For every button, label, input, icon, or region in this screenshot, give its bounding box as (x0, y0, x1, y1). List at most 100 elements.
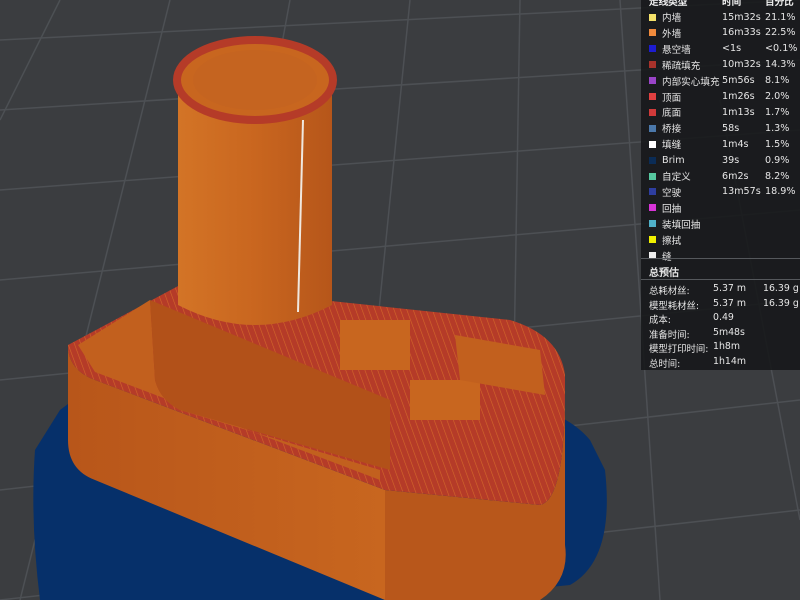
estimate-value: 1h8m (713, 341, 741, 352)
estimate-label: 总耗材丝: (649, 286, 690, 297)
legend-separator (641, 258, 800, 259)
tube-hole (193, 50, 317, 110)
gcode-legend-panel: 走线类型 时间 百分比 内墙 15m32s 21.1% 外墙 16m33s 22.5% 悬空… (641, 0, 800, 370)
legend-item-time: 58s (722, 122, 740, 134)
legend-item[interactable]: 悬空墙 <1s <0.1% (641, 41, 800, 57)
estimate-value: 1h14m (713, 355, 746, 367)
legend-item-percent: 8.2% (765, 170, 790, 182)
legend-item[interactable]: 桥接 58s 1.3% (641, 120, 800, 136)
legend-color-swatch (649, 156, 656, 164)
legend-color-swatch (649, 93, 656, 100)
legend-item-name: 顶面 (662, 92, 682, 104)
estimate-label: 成本: (649, 315, 671, 326)
legend-item[interactable]: 顶面 1m26s 2.0% (641, 89, 800, 105)
estimate-label: 准备时间: (649, 329, 690, 341)
legend-item-time: 6m2s (722, 170, 749, 182)
legend-item-name: 缝 (662, 251, 672, 263)
legend-item[interactable]: 稀疏填充 10m32s 14.3% (641, 57, 800, 73)
legend-item-name: 擦拭 (662, 235, 682, 247)
estimate-value: 5.37 m (713, 297, 746, 309)
legend-color-swatch (649, 220, 656, 228)
legend-color-swatch (649, 108, 656, 116)
legend-item[interactable]: 缝 (641, 248, 800, 264)
legend-item-time: 13m57s (722, 186, 761, 198)
estimate-value: 0.49 (713, 312, 734, 323)
estimate-value: 5m48s (713, 326, 745, 338)
estimate-value: 5.37 m (713, 283, 746, 294)
estimate-label: 总时间: (649, 358, 681, 370)
legend-item-percent: 22.5% (765, 27, 796, 39)
legend-item[interactable]: 自定义 6m2s 8.2% (641, 168, 800, 184)
legend-color-swatch (649, 204, 656, 212)
legend-color-swatch (649, 124, 656, 132)
legend-item[interactable]: 内部实心填充 5m56s 8.1% (641, 73, 800, 89)
legend-item-percent: 0.9% (765, 154, 790, 166)
base-pocket-3 (340, 320, 410, 370)
estimate-weight: 16.39 g (763, 297, 799, 309)
legend-item-name: 空驶 (662, 187, 682, 199)
header-percent: 百分比 (765, 0, 794, 8)
header-time: 时间 (722, 0, 742, 8)
legend-item-percent: 1.3% (765, 122, 790, 134)
legend-item-name: 填缝 (662, 140, 682, 152)
legend-item[interactable]: 回抽 (641, 200, 800, 216)
legend-item-name: 内墙 (662, 13, 682, 24)
legend-item-time: <1s (722, 43, 742, 55)
legend-item-percent: 2.0% (765, 91, 790, 102)
legend-item-time: 39s (722, 154, 740, 166)
header-type: 走线类型 (649, 0, 688, 8)
legend-color-swatch (649, 236, 656, 244)
legend-item[interactable]: 擦拭 (641, 232, 800, 248)
legend-item[interactable]: Brim 39s 0.9% (641, 152, 800, 168)
legend-item[interactable]: 空驶 13m57s 18.9% (641, 184, 800, 200)
legend-item-percent: 1.7% (765, 106, 790, 118)
estimate-row: 模型耗材丝: 5.37 m 16.39 g (649, 298, 799, 312)
legend-item-time: 10m32s (722, 59, 761, 71)
legend-color-swatch (649, 188, 656, 196)
legend-item-name: 悬空墙 (662, 44, 691, 56)
legend-item-name: 内部实心填充 (662, 76, 720, 88)
legend-item[interactable]: 内墙 15m32s 21.1% (641, 9, 800, 25)
legend-color-swatch (649, 29, 656, 37)
legend-color-swatch (649, 77, 656, 85)
estimate-row: 总时间: 1h14m (649, 356, 799, 370)
estimate-row: 总耗材丝: 5.37 m 16.39 g (649, 283, 799, 297)
legend-item-name: 底面 (662, 108, 682, 120)
legend-item-time: 15m32s (722, 11, 761, 23)
legend-item[interactable]: 装填回抽 (641, 216, 800, 232)
legend-color-swatch (649, 61, 656, 69)
base-pocket-4 (410, 380, 480, 420)
legend-item-name: 稀疏填充 (662, 60, 701, 72)
legend-item-name: 桥接 (662, 124, 682, 136)
legend-item-time: 1m13s (722, 106, 755, 118)
legend-item-percent: 18.9% (765, 186, 796, 198)
legend-item-name: 自定义 (662, 172, 691, 183)
estimate-row: 模型打印时间: 1h8m (649, 341, 799, 355)
legend-item-time: 16m33s (722, 27, 761, 39)
legend-item[interactable]: 外墙 16m33s 22.5% (641, 25, 800, 41)
legend-item-percent: 14.3% (765, 59, 796, 71)
legend-item-percent: 8.1% (765, 75, 790, 87)
legend-color-swatch (649, 45, 656, 53)
legend-item[interactable]: 填缝 1m4s 1.5% (641, 136, 800, 152)
legend-color-swatch (649, 172, 656, 180)
legend-item-name: 外墙 (662, 28, 682, 40)
legend-item-time: 1m26s (722, 91, 755, 102)
legend-item-name: Brim (662, 154, 685, 166)
legend-item-percent: 21.1% (765, 11, 796, 23)
legend-item-name: 回抽 (662, 203, 682, 215)
estimate-row: 成本: 0.49 (649, 312, 799, 326)
estimate-row: 准备时间: 5m48s (649, 327, 799, 341)
legend-item-time: 1m4s (722, 138, 749, 150)
legend-color-swatch (649, 140, 656, 148)
legend-item-percent: 1.5% (765, 138, 790, 150)
legend-header: 走线类型 时间 百分比 (649, 0, 796, 8)
legend-item[interactable]: 底面 1m13s 1.7% (641, 104, 800, 120)
legend-color-swatch (649, 13, 656, 21)
legend-item-percent: <0.1% (765, 43, 798, 55)
estimate-label: 模型打印时间: (649, 344, 709, 355)
estimate-title: 总预估 (649, 268, 679, 279)
legend-item-name: 装填回抽 (662, 219, 701, 231)
estimate-separator (641, 279, 800, 280)
legend-item-time: 5m56s (722, 75, 755, 87)
